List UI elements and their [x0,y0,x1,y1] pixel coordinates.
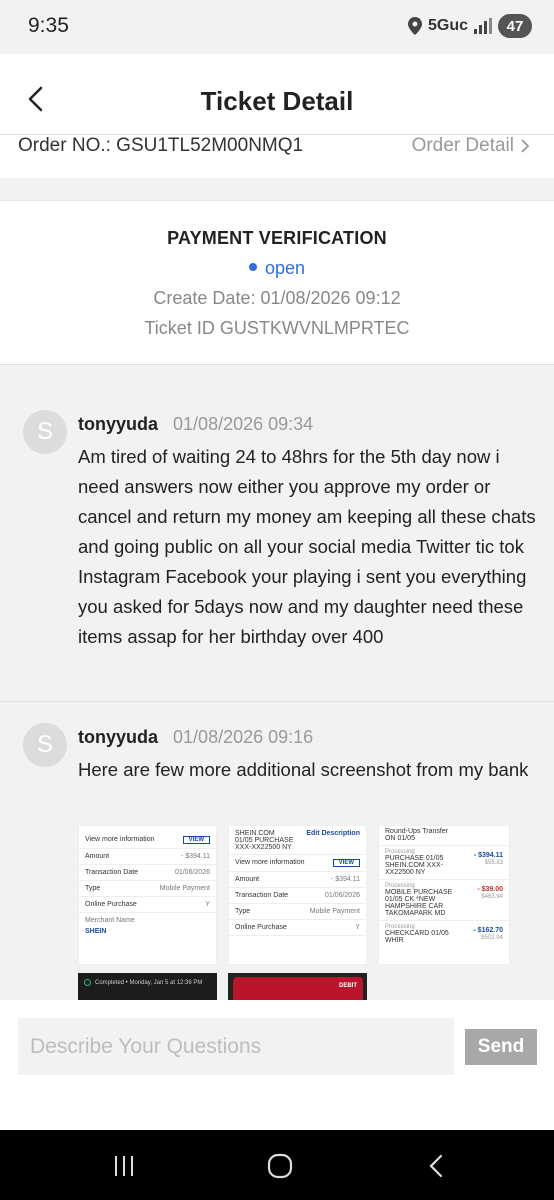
ticket-status: open [0,258,554,279]
message-username: tonyyuda [78,727,159,747]
thumb-text: - $162.70 [473,927,503,934]
message-time: 01/08/2026 09:16 [173,727,314,747]
thumb-text: $55.83 [484,860,503,866]
message-item: S tonyyuda 01/08/2026 09:16 Here are few… [0,703,554,1013]
thumb-text: Transaction Date [235,892,289,899]
thumb-text: 01/06/2026 [324,892,360,899]
thumb-text: VIEW [332,859,360,867]
thumb-text: 01/06/2026 [174,869,210,876]
thumb-text: SHEIN.COM [235,830,275,837]
thumb-text: Mobile Payment [159,885,210,892]
question-input[interactable] [18,1018,454,1075]
message-text: Here are few more additional screenshot … [78,759,529,780]
thumb-text: $502.94 [481,935,503,941]
thumb-text: Amount [85,853,110,860]
thumb-text: - $394.11 [473,852,503,859]
thumb-text: View more information [235,859,305,866]
thumb-text: Transaction Date [85,869,139,876]
home-icon [267,1153,293,1179]
ticket-type: PAYMENT VERIFICATION [167,228,387,248]
avatar: S [23,723,67,767]
thumb-text: Merchant Name [85,917,135,924]
thumb-text: DEBIT [339,983,357,989]
recent-apps-icon [115,1156,133,1176]
order-detail-link[interactable]: Order Detail [412,135,530,157]
status-icons: 5Guc 47 [407,14,532,38]
attachment-thumbnail[interactable]: View more information VIEW Amount - $394.… [78,825,217,965]
ticket-id: Ticket ID GUSTKWVNLMPRTEC [144,318,410,338]
message-username: tonyyuda [78,414,159,434]
order-detail-label: Order Detail [411,135,514,156]
message-composer: Send [0,1000,554,1130]
order-row: Order NO.: GSU1TL52M00NMQ1 Order Detail [0,134,554,178]
page-title: Ticket Detail [200,86,354,116]
thumb-text: Online Purchase [235,924,287,931]
recent-apps-button[interactable] [104,1150,144,1182]
thumb-text: Y [355,924,360,931]
thumb-text: View more information [85,836,155,843]
location-icon [407,17,422,35]
signal-icon [474,18,492,34]
attachment-thumbnail[interactable]: SHEIN.COM Edit Description 01/05 PURCHAS… [228,825,367,965]
thumb-text: Type [85,885,101,892]
message-text: Am tired of waiting 24 to 48hrs for the … [78,446,536,647]
home-button[interactable] [260,1150,300,1182]
message-item: S tonyyuda 01/08/2026 09:34 Am tired of … [0,390,554,702]
ticket-create-date: Create Date: 01/08/2026 09:12 [153,288,401,308]
thumb-text: VIEW [182,836,210,844]
avatar: S [23,410,67,454]
message-header: tonyyuda 01/08/2026 09:16 [78,727,313,748]
thumb-text: SHEIN [85,928,107,935]
send-button[interactable]: Send [465,1029,537,1065]
status-dot-icon [248,263,257,272]
app-header: Ticket Detail [0,54,554,134]
thumb-text: Round-Ups Transfer [385,828,449,835]
ticket-status-label: open [264,258,306,278]
thumb-text: Completed • Monday, Jan 5 at 12:36 PM [95,979,203,986]
thumb-text: Y [205,901,210,908]
battery-indicator: 47 [498,14,532,38]
thumb-text: $463.94 [481,894,503,900]
message-time: 01/08/2026 09:34 [173,414,314,434]
thumb-text: - $39.00 [477,886,503,893]
thumb-text: MOBILE PURCHASE 01/05 CK *NEW HAMPSHIRE … [385,889,453,917]
attachment-thumbnail[interactable]: Round-Ups Transfer ON 01/05 Processing P… [378,825,510,965]
back-arrow-icon [429,1154,443,1178]
network-label: 5Guc [427,17,468,34]
thumb-text: ON 01/05 [385,835,415,842]
thumb-text: 01/05 PURCHASE [235,837,294,844]
thumb-text: CHECKCARD 01/05 WHIR [385,930,449,944]
thumb-text: XXX-XX22500 NY [235,844,292,851]
thumb-text: - $394.11 [330,876,360,883]
system-back-button[interactable] [416,1150,456,1182]
thumb-text: Online Purchase [85,901,137,908]
thumb-text: - $394.11 [180,853,210,860]
ticket-info-card: PAYMENT VERIFICATION open Create Date: 0… [0,200,554,365]
attachment-gallery: View more information VIEW Amount - $394.… [78,825,518,1013]
order-number: Order NO.: GSU1TL52M00NMQ1 [18,135,304,156]
status-bar: 9:35 5Guc 47 [0,0,554,54]
thumb-text: Type [235,908,251,915]
thumb-text: PURCHASE 01/05 SHEIN.COM XXX-XX22500 NY [385,855,444,876]
thumb-text: Edit Description [306,830,360,837]
message-header: tonyyuda 01/08/2026 09:34 [78,414,313,435]
status-time: 9:35 [28,14,69,37]
system-nav-bar [0,1130,554,1200]
thumb-text: Mobile Payment [309,908,360,915]
chevron-right-icon [521,139,530,153]
check-circle-icon [84,979,91,986]
thumb-text: Amount [235,876,260,883]
